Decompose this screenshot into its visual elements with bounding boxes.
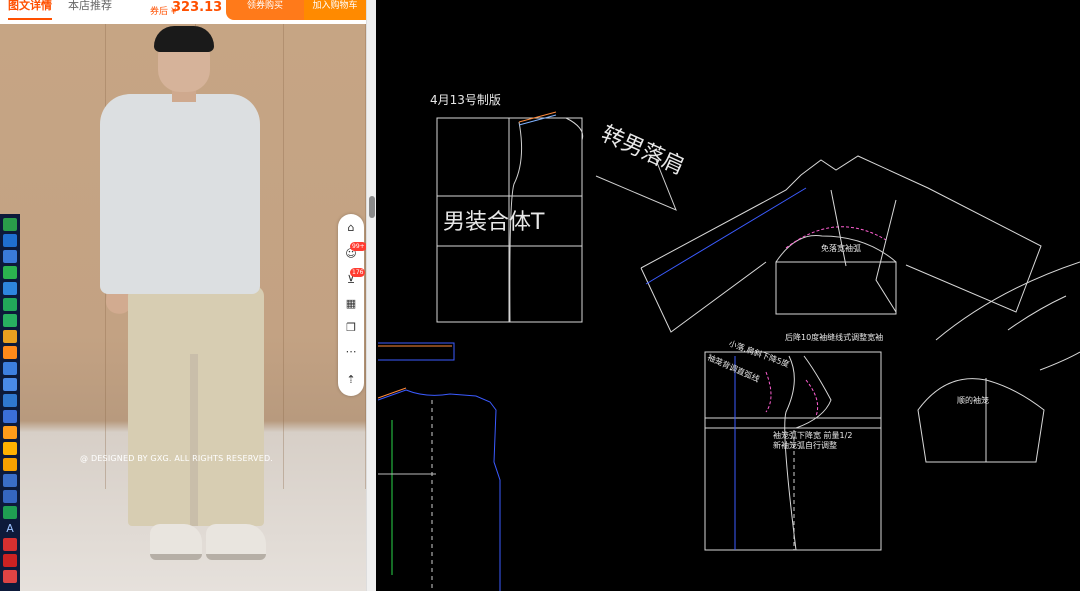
text-tool-icon[interactable]: A — [3, 522, 17, 535]
tool-icon-1[interactable] — [3, 218, 17, 231]
price-value: 323.13 — [172, 0, 223, 15]
add-to-cart-button[interactable]: 加入购物车 — [304, 0, 366, 20]
tool-icon-19[interactable] — [3, 506, 17, 519]
bodice-outline — [704, 351, 882, 551]
tool-icon-7[interactable] — [3, 314, 17, 327]
product-detail-page: 图文详情 本店推荐 券后 ¥ 323.13 领券购买 加入购物车 @ DESIG… — [0, 0, 366, 591]
pattern-drawing — [377, 111, 1080, 591]
tool-icon-18[interactable] — [3, 490, 17, 503]
scrollbar-thumb[interactable] — [369, 196, 375, 218]
shop-icon[interactable]: ⌂ — [343, 220, 359, 236]
grid-icon[interactable]: ▦ — [343, 296, 359, 312]
tool-icon-6[interactable] — [3, 298, 17, 311]
tool-icon-5[interactable] — [3, 282, 17, 295]
cad-tool-palette: A — [0, 214, 20, 591]
model-shoe-left — [150, 524, 202, 560]
vertical-scrollbar[interactable] — [366, 0, 376, 591]
small-sleeve-note: 顺的袖笼 — [957, 396, 989, 405]
tool-icon-16[interactable] — [3, 458, 17, 471]
small-sleeve-outline — [917, 378, 1045, 463]
tool-icon-2[interactable] — [3, 234, 17, 247]
tool-icon-12[interactable] — [3, 394, 17, 407]
product-photo: @ DESIGNED BY GXG. ALL RIGHTS RESERVED. — [0, 24, 366, 591]
model-tshirt — [100, 94, 260, 294]
tool-icon-15[interactable] — [3, 442, 17, 455]
message-badge: 99+ — [350, 242, 366, 251]
tool-icon-17[interactable] — [3, 474, 17, 487]
tool-icon-23[interactable] — [3, 570, 17, 583]
tab-store-recommend[interactable]: 本店推荐 — [68, 0, 112, 20]
copyright-caption: @ DESIGNED BY GXG. ALL RIGHTS RESERVED. — [80, 454, 274, 463]
back-to-top-icon[interactable]: ⇡ — [343, 372, 359, 388]
tool-icon-10[interactable] — [3, 362, 17, 375]
fitted-tee-label: 男装合体T — [443, 210, 545, 235]
tool-icon-13[interactable] — [3, 410, 17, 423]
detail-tab-bar: 图文详情 本店推荐 券后 ¥ 323.13 领券购买 加入购物车 — [0, 0, 366, 22]
tool-icon-14[interactable] — [3, 426, 17, 439]
hem-note-2: 新袖笼弧自行调整 — [773, 441, 837, 450]
tool-icon-11[interactable] — [3, 378, 17, 391]
tool-icon-9[interactable] — [3, 346, 17, 359]
floating-action-bar: ⌂ ☺ 99+ ⊻ 176 ▦ ❐ ⋯ ⇡ — [338, 214, 366, 396]
tool-icon-21[interactable] — [3, 538, 17, 551]
copy-icon[interactable]: ❐ — [343, 320, 359, 336]
back-note: 后降10度袖缝线式调整宽袖 — [785, 333, 884, 342]
tool-icon-4[interactable] — [3, 266, 17, 279]
drop-shoulder-outline — [640, 155, 1042, 313]
cad-canvas[interactable]: 4月13号制版 男装合体T 转男落肩 免落宽袖弧 后降10度袖缝线式调整宽袖 小… — [376, 0, 1080, 591]
coupon-buy-button[interactable]: 领券购买 — [226, 0, 304, 20]
sleeve-note: 免落宽袖弧 — [821, 244, 861, 253]
tool-icon-3[interactable] — [3, 250, 17, 263]
tool-icon-22[interactable] — [3, 554, 17, 567]
date-note: 4月13号制版 — [430, 93, 501, 107]
more-icon[interactable]: ⋯ — [343, 344, 359, 360]
cart-badge: 176 — [350, 268, 366, 277]
model-shoe-right — [206, 524, 266, 560]
tab-detail[interactable]: 图文详情 — [8, 0, 52, 20]
tool-icon-8[interactable] — [3, 330, 17, 343]
